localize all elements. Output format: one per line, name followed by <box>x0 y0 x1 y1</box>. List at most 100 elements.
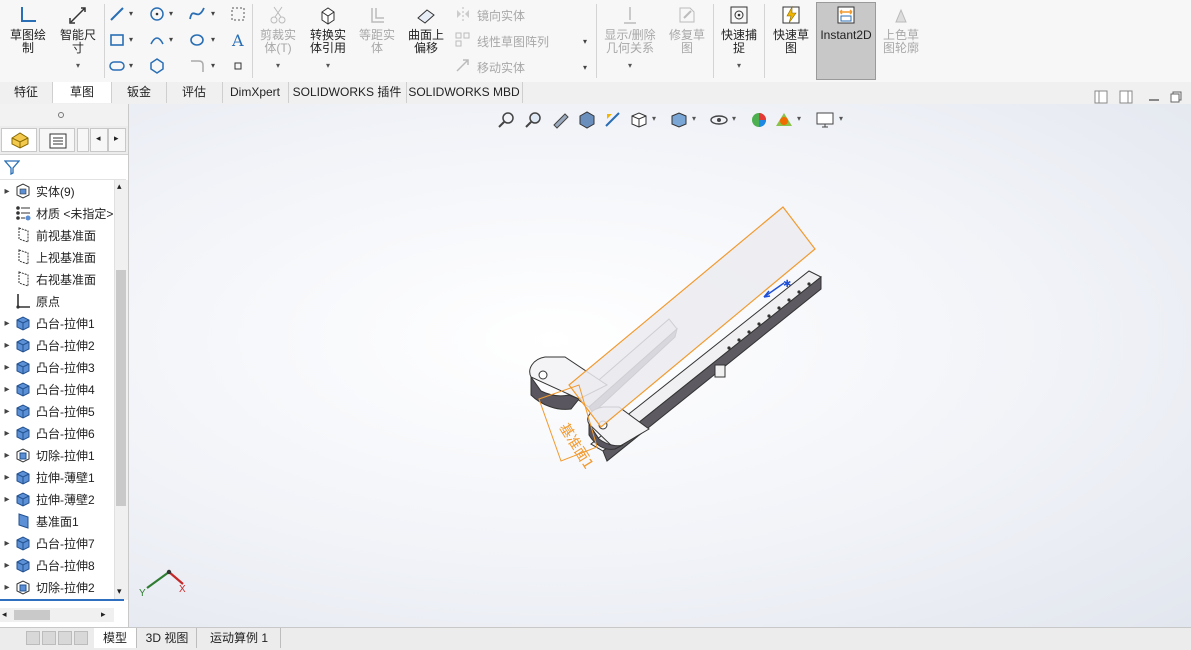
chevron-down-icon[interactable]: ▾ <box>583 63 587 72</box>
tree-item[interactable]: ▸ 切除-拉伸1 <box>0 444 114 466</box>
expand-arrow-icon[interactable]: ▸ <box>0 362 14 373</box>
tab-sheet-metal[interactable]: 钣金 <box>112 82 167 103</box>
smart-dimension-button[interactable]: 智能尺 寸 ▾ <box>54 4 102 72</box>
expand-arrow-icon[interactable]: ▸ <box>0 472 14 483</box>
minimize-icon[interactable] <box>1147 90 1161 104</box>
tab-solidworks-mbd[interactable]: SOLIDWORKS MBD <box>406 82 523 103</box>
part-model-3d[interactable]: 基准面1 ✱ <box>519 199 839 469</box>
circle-icon[interactable] <box>148 5 166 23</box>
convert-entities-button[interactable]: 转换实 体引用 ▾ <box>304 4 352 72</box>
line-icon[interactable] <box>108 5 126 23</box>
linear-pattern-label[interactable]: 线性草图阵列 <box>477 33 549 50</box>
tree-item[interactable]: ▸ 凸台-拉伸3 <box>0 356 114 378</box>
trim-entities-button[interactable]: 剪裁实 体(T) ▾ <box>256 4 300 72</box>
tile-left-icon[interactable] <box>1094 90 1108 104</box>
chevron-down-icon[interactable]: ▾ <box>692 114 696 123</box>
tree-item[interactable]: 前视基准面 <box>0 224 114 246</box>
construction-geometry-icon[interactable] <box>229 5 247 23</box>
expand-arrow-icon[interactable]: ▸ <box>0 450 14 461</box>
scroll-left-icon[interactable]: ◂ <box>2 609 7 620</box>
scroll-right-icon[interactable]: ▸ <box>101 609 106 620</box>
chevron-down-icon[interactable]: ▾ <box>169 9 173 18</box>
shaded-sketch-contours-button[interactable]: 上色草 图轮廓 <box>878 4 924 55</box>
chevron-down-icon[interactable]: ▾ <box>839 114 843 123</box>
zoom-to-area-icon[interactable] <box>524 110 544 130</box>
view-settings-icon[interactable] <box>815 110 835 130</box>
pane-scroll-right[interactable]: ▸ <box>108 128 126 152</box>
tree-item[interactable]: ▸ 凸台-拉伸8 <box>0 554 114 576</box>
expand-arrow-icon[interactable]: ▸ <box>0 428 14 439</box>
edit-appearance-icon[interactable] <box>749 110 769 130</box>
expand-arrow-icon[interactable]: ▸ <box>0 318 14 329</box>
spline-icon[interactable] <box>188 5 206 23</box>
quick-snaps-button[interactable]: 快速捕 捉 ▾ <box>716 4 762 72</box>
tree-item[interactable]: ▸ 凸台-拉伸5 <box>0 400 114 422</box>
dynamic-annotation-icon[interactable] <box>603 110 623 130</box>
chevron-down-icon[interactable]: ▾ <box>211 61 215 70</box>
mirror-entities-label[interactable]: 镜向实体 <box>477 7 525 24</box>
property-manager-tab[interactable] <box>39 128 75 152</box>
expand-arrow-icon[interactable]: ▸ <box>0 186 14 197</box>
chevron-down-icon[interactable]: ▾ <box>628 59 632 72</box>
tab-3d-views[interactable]: 3D 视图 <box>138 628 197 648</box>
tab-motion-study-1[interactable]: 运动算例 1 <box>198 628 281 648</box>
datum-plane-1[interactable]: 基准面1 <box>538 206 816 469</box>
pane-scroll-left[interactable]: ◂ <box>90 128 108 152</box>
tree-item[interactable]: ▸ 拉伸-薄壁1 <box>0 466 114 488</box>
scroll-thumb[interactable] <box>116 270 126 506</box>
restore-icon[interactable] <box>1169 90 1183 104</box>
view-orientation-icon[interactable] <box>629 110 649 130</box>
expand-arrow-icon[interactable]: ▸ <box>0 340 14 351</box>
polygon-icon[interactable] <box>148 57 166 75</box>
zoom-to-fit-icon[interactable] <box>497 110 517 130</box>
offset-entities-button[interactable]: 等距实 体 <box>354 4 400 55</box>
apply-scene-icon[interactable] <box>774 110 794 130</box>
tree-vertical-scrollbar[interactable]: ▴ ▾ <box>114 180 128 600</box>
rollback-bar[interactable] <box>0 599 124 601</box>
chevron-down-icon[interactable]: ▾ <box>737 59 741 72</box>
tree-item[interactable]: ▸ 凸台-拉伸4 <box>0 378 114 400</box>
hide-show-items-icon[interactable] <box>709 110 729 130</box>
tree-item[interactable]: ▸ 实体(9) <box>0 180 114 202</box>
chevron-down-icon[interactable]: ▾ <box>129 61 133 70</box>
arc-icon[interactable] <box>148 31 166 49</box>
chevron-down-icon[interactable]: ▾ <box>326 59 330 72</box>
expand-arrow-icon[interactable]: ▸ <box>0 406 14 417</box>
tree-item[interactable]: ▸ 凸台-拉伸6 <box>0 422 114 444</box>
tree-item[interactable]: ▸ 凸台-拉伸2 <box>0 334 114 356</box>
chevron-down-icon[interactable]: ▾ <box>129 35 133 44</box>
offset-on-surface-button[interactable]: 曲面上 偏移 <box>403 4 449 55</box>
tree-item[interactable]: ▸ 凸台-拉伸7 <box>0 532 114 554</box>
chevron-down-icon[interactable]: ▾ <box>76 59 80 72</box>
tree-horizontal-scrollbar[interactable]: ◂ ▸ <box>0 608 114 622</box>
rapid-sketch-button[interactable]: 快速草 图 <box>768 4 814 55</box>
expand-arrow-icon[interactable]: ▸ <box>0 538 14 549</box>
tree-item[interactable]: ▸ 拉伸-薄壁2 <box>0 488 114 510</box>
expand-arrow-icon[interactable]: ▸ <box>0 384 14 395</box>
tab-dimxpert[interactable]: DimXpert <box>222 82 289 103</box>
rectangle-icon[interactable] <box>108 31 126 49</box>
first-tab-icon[interactable] <box>26 631 40 645</box>
expand-arrow-icon[interactable]: ▸ <box>0 582 14 593</box>
chevron-down-icon[interactable]: ▾ <box>169 35 173 44</box>
tab-evaluate[interactable]: 评估 <box>166 82 223 103</box>
tree-item[interactable]: ▸ 凸台-拉伸1 <box>0 312 114 334</box>
chevron-down-icon[interactable]: ▾ <box>211 35 215 44</box>
sketch-button[interactable]: 草图绘 制 <box>6 4 50 55</box>
chevron-down-icon[interactable]: ▾ <box>211 9 215 18</box>
tree-item[interactable]: 上视基准面 <box>0 246 114 268</box>
chevron-down-icon[interactable]: ▾ <box>276 59 280 72</box>
display-style-icon[interactable] <box>669 110 689 130</box>
tree-item[interactable]: 右视基准面 <box>0 268 114 290</box>
last-tab-icon[interactable] <box>74 631 88 645</box>
chevron-down-icon[interactable]: ▾ <box>129 9 133 18</box>
next-tab-icon[interactable] <box>58 631 72 645</box>
chevron-down-icon[interactable]: ▾ <box>797 114 801 123</box>
pane-collapse-bar[interactable] <box>0 104 128 127</box>
display-delete-relations-button[interactable]: 显示/删除 几何关系 ▾ <box>600 4 660 72</box>
text-icon[interactable]: A <box>229 31 247 49</box>
feature-manager-tab[interactable] <box>1 128 37 152</box>
sketch-fillet-icon[interactable] <box>188 31 206 49</box>
slot-icon[interactable] <box>108 57 126 75</box>
filter-icon[interactable] <box>4 159 20 175</box>
